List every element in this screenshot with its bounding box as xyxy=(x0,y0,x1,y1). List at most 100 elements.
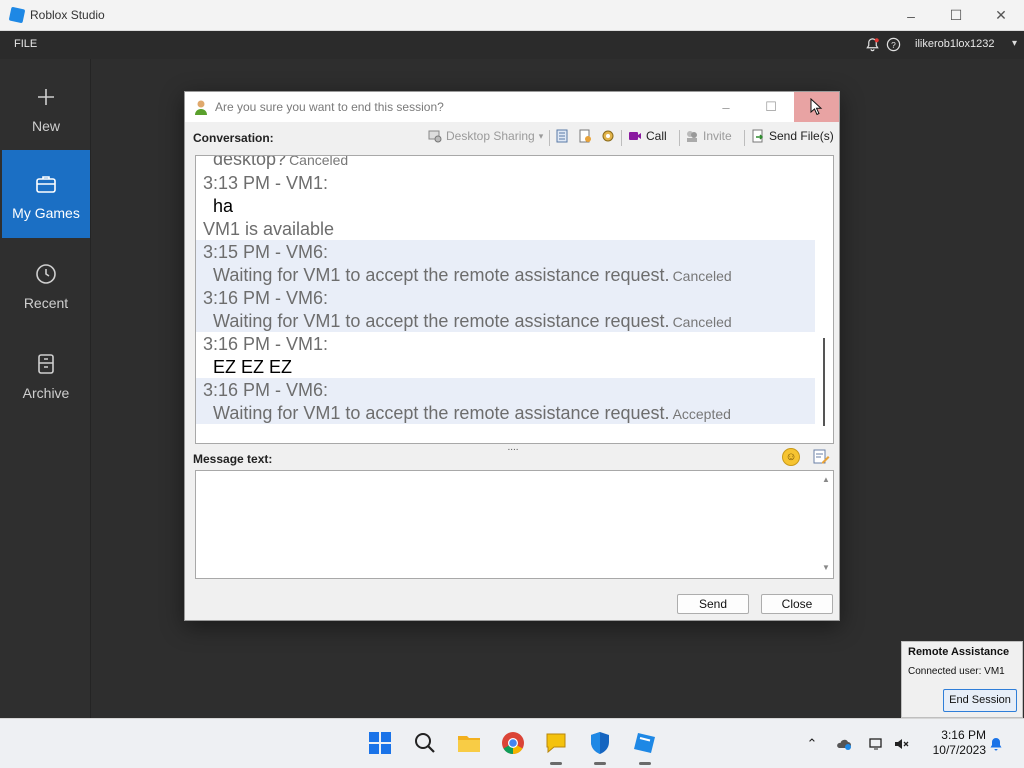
send-files-label: Send File(s) xyxy=(769,129,834,143)
close-window-button[interactable]: ✕ xyxy=(978,0,1024,31)
end-session-button[interactable]: End Session xyxy=(943,689,1017,712)
emoticon-icon[interactable]: ☺ xyxy=(782,448,800,466)
message-text-label: Message text: xyxy=(193,452,273,466)
message-input[interactable] xyxy=(196,471,816,578)
sidebar-item-new[interactable]: New xyxy=(2,63,90,151)
sidebar-item-archive[interactable]: Archive xyxy=(2,330,90,418)
call-label: Call xyxy=(646,129,667,143)
svg-text:?: ? xyxy=(891,40,896,50)
onedrive-icon[interactable] xyxy=(836,736,852,752)
username-label[interactable]: ilikerob1lox1232 xyxy=(915,38,995,50)
toolbar-divider xyxy=(621,130,622,146)
sidebar-item-my-games[interactable]: My Games xyxy=(2,150,90,238)
conversation-history[interactable]: desktop? Canceled 3:13 PM - VM1: ha VM1 i… xyxy=(195,155,834,444)
dialog-close-button[interactable] xyxy=(794,92,839,122)
briefcase-icon xyxy=(34,172,58,196)
desktop-sharing-button[interactable]: Desktop Sharing ▾ xyxy=(428,129,543,143)
send-button[interactable]: Send xyxy=(677,594,749,614)
taskbar: ⌃ 3:16 PM 10/7/2023 xyxy=(0,718,1024,768)
window-title: Roblox Studio xyxy=(30,8,105,22)
menu-bar: FILE ? ilikerob1lox1232 ▾ xyxy=(0,31,1024,59)
remote-assistance-panel: Remote Assistance Connected user: VM1 En… xyxy=(901,641,1023,718)
conversation-dialog: Are you sure you want to end this sessio… xyxy=(184,91,840,621)
video-camera-icon xyxy=(629,132,641,140)
menu-file[interactable]: FILE xyxy=(14,38,37,50)
dialog-title: Are you sure you want to end this sessio… xyxy=(215,100,444,114)
sidebar: New My Games Recent Archive xyxy=(0,59,91,718)
dialog-minimize-button[interactable]: – xyxy=(704,92,748,122)
messenger-chat-icon[interactable] xyxy=(543,730,569,765)
dialog-titlebar: Are you sure you want to end this sessio… xyxy=(185,92,839,122)
mouse-cursor-icon xyxy=(810,98,822,116)
invite-users-icon xyxy=(687,131,697,142)
pane-splitter[interactable]: .... xyxy=(505,443,521,453)
dialog-maximize-button[interactable]: ☐ xyxy=(749,92,793,122)
list-item: 3:13 PM - VM1: ha xyxy=(196,171,815,217)
gear-icon xyxy=(602,130,614,142)
clock-time: 3:16 PM xyxy=(941,728,986,742)
clock-icon xyxy=(34,262,58,286)
desktop-sharing-label: Desktop Sharing xyxy=(446,129,535,143)
help-icon[interactable]: ? xyxy=(886,37,901,52)
font-edit-icon[interactable] xyxy=(812,449,830,465)
toolbar-divider xyxy=(744,130,745,146)
file-explorer-icon[interactable] xyxy=(456,730,482,756)
toolbar-divider xyxy=(549,130,550,146)
message-text: desktop? xyxy=(213,156,287,169)
sidebar-item-label: New xyxy=(31,118,60,134)
sidebar-item-label: Recent xyxy=(23,295,69,311)
windows-security-icon[interactable] xyxy=(587,730,613,765)
invite-label: Invite xyxy=(703,129,732,143)
windows-start-icon[interactable] xyxy=(367,730,393,756)
scroll-down-icon[interactable]: ▼ xyxy=(820,563,832,572)
archive-icon xyxy=(34,352,58,376)
scrollbar-thumb[interactable] xyxy=(823,338,825,426)
message-status: Canceled xyxy=(672,268,732,284)
minimize-button[interactable]: – xyxy=(888,0,934,31)
conversation-label: Conversation: xyxy=(193,131,274,145)
notification-bell-icon[interactable] xyxy=(988,736,1004,752)
roblox-studio-taskbar-icon[interactable] xyxy=(632,730,658,765)
scroll-up-icon[interactable]: ▲ xyxy=(820,475,832,484)
send-files-button[interactable]: Send File(s) xyxy=(751,129,834,143)
message-status: Accepted xyxy=(672,406,731,422)
conversation-toolbar: Desktop Sharing ▾ Call Invite Send File(… xyxy=(425,126,834,150)
conversation-scrollbar[interactable] xyxy=(815,156,833,443)
message-list: desktop? Canceled 3:13 PM - VM1: ha VM1 i… xyxy=(196,156,815,443)
display-icon[interactable] xyxy=(868,736,884,752)
close-button[interactable]: Close xyxy=(761,594,833,614)
chevron-up-icon[interactable]: ⌃ xyxy=(804,736,820,752)
remote-assistance-title: Remote Assistance xyxy=(908,646,1010,658)
notification-bell-icon[interactable] xyxy=(865,37,880,52)
message-header: 3:13 PM - VM1: xyxy=(203,173,329,193)
call-button[interactable]: Call xyxy=(628,129,667,143)
clock-date: 10/7/2023 xyxy=(932,743,986,757)
chrome-icon[interactable] xyxy=(500,730,526,756)
list-item: desktop? Canceled xyxy=(196,156,815,169)
sidebar-item-label: My Games xyxy=(12,205,80,221)
message-text: Waiting for VM1 to accept the remote ass… xyxy=(213,265,670,285)
settings-button[interactable] xyxy=(601,129,615,143)
document-info-button[interactable] xyxy=(578,129,592,143)
invite-button[interactable]: Invite xyxy=(685,129,732,143)
list-item: VM1 is available xyxy=(196,217,815,240)
sidebar-item-recent[interactable]: Recent xyxy=(2,240,90,328)
chevron-down-icon: ▾ xyxy=(538,130,544,141)
book-button[interactable] xyxy=(555,129,569,143)
message-text: Waiting for VM1 to accept the remote ass… xyxy=(213,403,670,423)
volume-muted-icon[interactable] xyxy=(893,736,909,752)
message-text: EZ EZ EZ xyxy=(213,357,293,377)
chevron-down-icon[interactable]: ▾ xyxy=(1012,38,1017,49)
list-item: 3:16 PM - VM6: Waiting for VM1 to accept… xyxy=(196,286,815,332)
message-text: ha xyxy=(213,196,234,216)
plus-icon xyxy=(34,85,58,109)
message-header: 3:16 PM - VM6: xyxy=(203,288,329,308)
search-icon[interactable] xyxy=(412,730,438,756)
message-text: Waiting for VM1 to accept the remote ass… xyxy=(213,311,670,331)
roblox-studio-logo xyxy=(8,6,26,24)
toolbar-divider xyxy=(679,130,680,146)
maximize-button[interactable]: ☐ xyxy=(933,0,979,31)
system-clock[interactable]: 3:16 PM 10/7/2023 xyxy=(916,728,986,758)
sidebar-item-label: Archive xyxy=(22,385,70,401)
document-info-icon xyxy=(579,129,591,143)
